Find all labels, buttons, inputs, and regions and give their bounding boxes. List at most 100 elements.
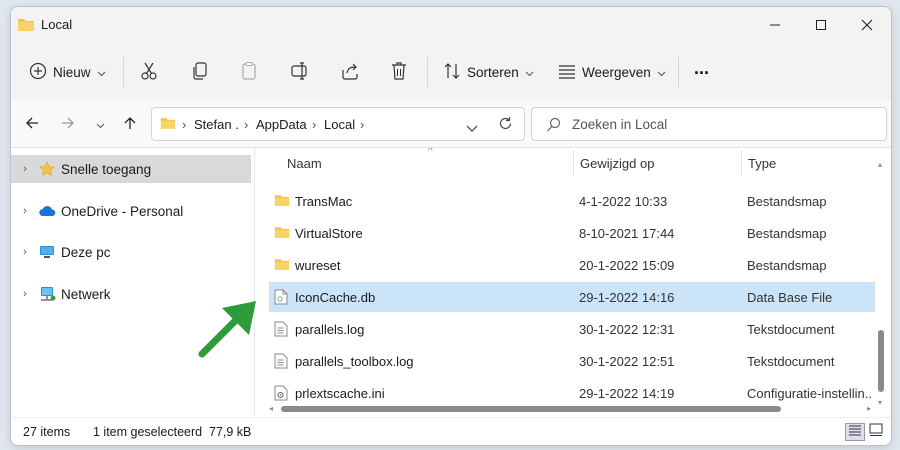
view-button[interactable]: Weergeven <box>558 53 666 91</box>
folder-icon <box>17 17 35 35</box>
up-button[interactable] <box>119 113 141 135</box>
scroll-right-arrow[interactable]: ▸ <box>867 405 871 413</box>
sidebar-item-quick-access[interactable]: › Snelle toegang <box>11 155 251 183</box>
rename-icon <box>290 61 310 84</box>
sort-button[interactable]: Sorteren <box>443 53 534 91</box>
copy-button[interactable] <box>191 53 209 91</box>
breadcrumb-local[interactable]: Local <box>324 117 355 132</box>
tiles-view-icon[interactable] <box>869 423 883 440</box>
delete-button[interactable] <box>390 53 408 91</box>
scroll-up-arrow[interactable]: ▴ <box>878 161 884 169</box>
list-view-icon <box>558 63 576 82</box>
sort-label: Sorteren <box>467 64 519 80</box>
sidebar-item-label: Netwerk <box>61 286 111 302</box>
file-date: 8-10-2021 17:44 <box>579 226 675 241</box>
sidebar-item-this-pc[interactable]: › Deze pc <box>11 238 251 266</box>
file-type: Configuratie-instellin... <box>747 386 871 401</box>
settings-file-icon <box>274 385 288 404</box>
horizontal-scrollbar[interactable]: ◂ ▸ <box>269 405 875 413</box>
file-name: IconCache.db <box>295 290 376 305</box>
chevron-down-icon <box>96 117 105 132</box>
plus-circle-icon <box>29 62 47 83</box>
file-row-selected[interactable]: IconCache.db 29-1-2022 14:16 Data Base F… <box>269 282 875 312</box>
copy-icon <box>191 61 209 84</box>
file-name: wureset <box>295 258 341 273</box>
recent-locations-button[interactable] <box>89 113 111 135</box>
back-button[interactable] <box>21 113 43 135</box>
share-button[interactable] <box>340 53 360 91</box>
column-header-type[interactable]: Type <box>748 156 776 171</box>
file-type: Bestandsmap <box>747 258 827 273</box>
sidebar-item-label: Deze pc <box>61 244 111 260</box>
file-row[interactable]: prlextscache.ini 29-1-2022 14:19 Configu… <box>269 378 875 408</box>
chevron-right-icon[interactable]: › <box>11 246 39 258</box>
file-row[interactable]: parallels.log 30-1-2022 12:31 Tekstdocum… <box>269 314 875 344</box>
file-type: Bestandsmap <box>747 194 827 209</box>
maximize-button[interactable] <box>798 7 844 43</box>
chevron-right-icon[interactable]: › <box>11 163 39 175</box>
paste-button[interactable] <box>240 53 258 91</box>
new-button[interactable]: Nieuw <box>29 53 106 91</box>
file-date: 29-1-2022 14:19 <box>579 386 675 401</box>
file-list: ^ Naam Gewijzigd op Type TransMac 4-1-20… <box>255 148 891 416</box>
file-name: parallels.log <box>295 322 365 337</box>
arrow-right-icon <box>61 116 75 133</box>
close-button[interactable] <box>844 7 890 43</box>
forward-button[interactable] <box>57 113 79 135</box>
column-header-name[interactable]: Naam <box>287 156 322 171</box>
file-row[interactable]: VirtualStore 8-10-2021 17:44 Bestandsmap <box>269 218 875 248</box>
sidebar-item-onedrive[interactable]: › OneDrive - Personal <box>11 197 251 225</box>
navigation-pane: › Snelle toegang › OneDrive - Personal ›… <box>11 148 255 416</box>
address-bar[interactable]: › Stefan . › AppData › Local › <box>151 107 525 141</box>
file-type: Tekstdocument <box>747 354 835 369</box>
file-row[interactable]: parallels_toolbox.log 30-1-2022 12:51 Te… <box>269 346 875 376</box>
file-type: Data Base File <box>747 290 833 305</box>
file-row[interactable]: TransMac 4-1-2022 10:33 Bestandsmap <box>269 186 875 216</box>
folder-icon <box>274 257 290 274</box>
search-box[interactable]: Zoeken in Local <box>531 107 887 141</box>
chevron-down-icon <box>657 65 666 80</box>
file-row[interactable]: wureset 20-1-2022 15:09 Bestandsmap <box>269 250 875 280</box>
chevron-right-icon[interactable]: › <box>11 205 39 217</box>
folder-icon <box>160 116 176 133</box>
more-options-button[interactable]: ... <box>694 49 709 87</box>
scroll-down-arrow[interactable]: ▾ <box>878 399 884 407</box>
rename-button[interactable] <box>290 53 310 91</box>
column-header-row: ^ Naam Gewijzigd op Type <box>255 148 875 178</box>
file-type: Tekstdocument <box>747 322 835 337</box>
folder-icon <box>274 193 290 210</box>
sidebar-item-label: OneDrive - Personal <box>61 203 184 219</box>
chevron-right-icon: › <box>360 117 365 132</box>
file-date: 30-1-2022 12:51 <box>579 354 675 369</box>
refresh-icon[interactable] <box>498 116 513 134</box>
horizontal-scroll-thumb[interactable] <box>281 406 781 412</box>
details-view-icon[interactable] <box>845 423 865 441</box>
navigation-bar: › Stefan . › AppData › Local › Zoeken in… <box>11 101 891 148</box>
chevron-down-icon[interactable] <box>466 121 478 136</box>
status-bar: 27 items 1 item geselecteerd 77,9 kB <box>11 417 891 445</box>
text-file-icon <box>274 353 288 372</box>
network-icon <box>39 286 57 302</box>
cut-button[interactable] <box>140 53 158 91</box>
chevron-down-icon <box>525 65 534 80</box>
scroll-left-arrow[interactable]: ◂ <box>269 405 273 413</box>
file-type: Bestandsmap <box>747 226 827 241</box>
minimize-button[interactable] <box>752 7 798 43</box>
window-title: Local <box>41 17 73 32</box>
search-icon <box>546 117 561 135</box>
view-label: Weergeven <box>582 64 651 80</box>
breadcrumb-appdata[interactable]: AppData <box>256 117 307 132</box>
file-name: TransMac <box>295 194 353 209</box>
arrow-up-icon <box>123 116 137 133</box>
chevron-right-icon[interactable]: › <box>11 288 39 300</box>
scissors-icon <box>140 61 158 84</box>
title-bar: Local <box>11 7 891 43</box>
vertical-scrollbar[interactable]: ▴ ▾ <box>877 161 885 408</box>
file-date: 29-1-2022 14:16 <box>579 290 675 305</box>
onedrive-icon <box>39 205 57 217</box>
file-name: parallels_toolbox.log <box>295 354 414 369</box>
vertical-scroll-thumb[interactable] <box>878 330 884 392</box>
file-name: prlextscache.ini <box>295 386 385 401</box>
column-header-modified[interactable]: Gewijzigd op <box>580 156 654 171</box>
breadcrumb-user[interactable]: Stefan . <box>194 117 239 132</box>
